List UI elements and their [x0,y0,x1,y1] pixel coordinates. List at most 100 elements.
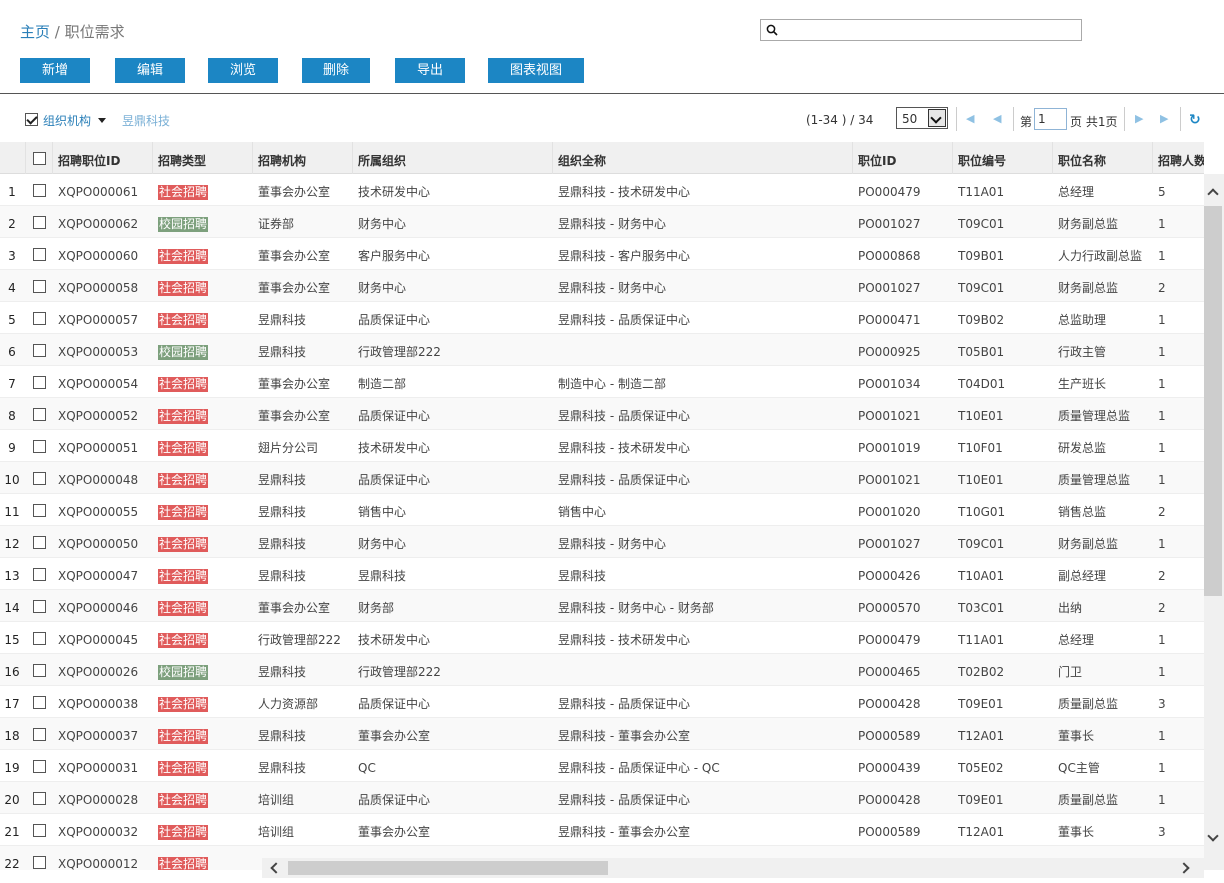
table-row[interactable]: 12 XQPO000050 社会招聘 昱鼎科技 财务中心 昱鼎科技 - 财务中心 PO001… [0,526,1204,558]
row-number: 21 [4,825,20,839]
scroll-up-icon[interactable] [1207,188,1219,200]
delete-button[interactable]: 删除 [302,58,370,83]
browse-button[interactable]: 浏览 [208,58,278,83]
row-checkbox[interactable] [33,728,46,741]
cell-headcount: 1 [1158,345,1166,359]
breadcrumb-home[interactable]: 主页 [20,23,50,41]
table-row[interactable]: 18 XQPO000037 社会招聘 昱鼎科技 董事会办公室 昱鼎科技 - 董事会办公室 P… [0,718,1204,750]
table-row[interactable]: 9 XQPO000051 社会招聘 翅片分公司 技术研发中心 昱鼎科技 - 技术研发中心 P… [0,430,1204,462]
cell-dept: QC [358,761,376,775]
table-row[interactable]: 10 XQPO000048 社会招聘 昱鼎科技 品质保证中心 昱鼎科技 - 品质保证中心 P… [0,462,1204,494]
cell-full-org: 昱鼎科技 - 品质保证中心 [558,313,690,327]
org-filter-label[interactable]: 组织机构 [43,112,91,129]
table-row[interactable]: 4 XQPO000058 社会招聘 董事会办公室 财务中心 昱鼎科技 - 财务中心 PO00… [0,270,1204,302]
row-checkbox[interactable] [33,248,46,261]
cell-type: 社会招聘 [158,718,250,750]
column-header-position-name[interactable]: 职位名称 [1058,142,1150,174]
row-checkbox[interactable] [33,600,46,613]
cell-req-id: XQPO000028 [58,793,139,807]
column-header-req-id[interactable]: 招聘职位ID [58,142,150,174]
refresh-icon[interactable]: ↻ [1189,112,1201,128]
last-page-icon[interactable]: ▶​ [1160,112,1168,125]
column-header-type[interactable]: 招聘类型 [158,142,250,174]
row-checkbox[interactable] [33,504,46,517]
table-row[interactable]: 14 XQPO000046 社会招聘 董事会办公室 财务部 昱鼎科技 - 财务中心 - 财… [0,590,1204,622]
cell-full-org: 昱鼎科技 - 财务中心 [558,537,666,551]
prev-page-icon[interactable]: ◀ [993,112,1001,125]
export-button[interactable]: 导出 [395,58,465,83]
select-all-checkbox[interactable] [33,152,46,165]
scroll-thumb[interactable] [1204,206,1222,596]
row-checkbox[interactable] [33,856,46,869]
cell-req-id: XQPO000058 [58,281,139,295]
row-checkbox[interactable] [33,280,46,293]
scroll-right-icon[interactable] [1178,862,1190,874]
dropdown-arrow-icon[interactable] [928,109,946,127]
horizontal-scrollbar[interactable] [262,858,1204,878]
header: 主页 / 职位需求 新增 编辑 浏览 删除 导出 图表视图 [0,0,1224,94]
row-checkbox[interactable] [33,216,46,229]
recruit-type-badge: 校园招聘 [158,665,209,680]
scroll-left-icon[interactable] [270,862,282,874]
edit-button[interactable]: 编辑 [115,58,185,83]
table-row[interactable]: 2 XQPO000062 校园招聘 证券部 财务中心 昱鼎科技 - 财务中心 PO00102… [0,206,1204,238]
page-number-input[interactable]: 1 [1034,108,1067,130]
table-row[interactable]: 3 XQPO000060 社会招聘 董事会办公室 客户服务中心 昱鼎科技 - 客户服务中心… [0,238,1204,270]
cell-position-name: 总经理 [1058,185,1095,199]
column-header-headcount[interactable]: 招聘人数 [1158,142,1204,174]
cell-req-id: XQPO000026 [58,665,139,679]
cell-req-id: XQPO000032 [58,825,139,839]
column-header-position-id[interactable]: 职位ID [858,142,950,174]
page-size-select[interactable]: 50 [896,107,948,129]
table-row[interactable]: 21 XQPO000032 社会招聘 培训组 董事会办公室 昱鼎科技 - 董事会办公室 PO… [0,814,1204,846]
chart-view-button[interactable]: 图表视图 [488,58,584,83]
row-checkbox[interactable] [33,536,46,549]
column-header-recruiting-org[interactable]: 招聘机构 [258,142,350,174]
row-checkbox[interactable] [33,472,46,485]
row-checkbox[interactable] [33,696,46,709]
row-checkbox[interactable] [33,440,46,453]
table-row[interactable]: 17 XQPO000038 社会招聘 人力资源部 品质保证中心 昱鼎科技 - 品质保证中心… [0,686,1204,718]
row-checkbox[interactable] [33,824,46,837]
table-row[interactable]: 16 XQPO000026 校园招聘 昱鼎科技 行政管理部222 PO000465 T02B… [0,654,1204,686]
row-checkbox[interactable] [33,632,46,645]
row-checkbox[interactable] [33,376,46,389]
row-checkbox[interactable] [33,408,46,421]
table-row[interactable]: 1 XQPO000061 社会招聘 董事会办公室 技术研发中心 昱鼎科技 - 技术研发中心… [0,174,1204,206]
table-row[interactable]: 20 XQPO000028 社会招聘 培训组 品质保证中心 昱鼎科技 - 品质保证中心 PO… [0,782,1204,814]
cell-dept: 制造二部 [358,377,407,391]
table-row[interactable]: 7 XQPO000054 社会招聘 董事会办公室 制造二部 制造中心 - 制造二部 PO00… [0,366,1204,398]
table-row[interactable]: 19 XQPO000031 社会招聘 昱鼎科技 QC 昱鼎科技 - 品质保证中心 - QC… [0,750,1204,782]
cell-full-org: 昱鼎科技 - 客户服务中心 [558,249,690,263]
search-input[interactable] [760,19,1082,41]
row-checkbox[interactable] [33,184,46,197]
scroll-down-icon[interactable] [1207,830,1219,842]
org-filter-checkbox[interactable] [25,113,38,126]
table-row[interactable]: 6 XQPO000053 校园招聘 昱鼎科技 行政管理部222 PO000925 T05B0… [0,334,1204,366]
row-checkbox[interactable] [33,312,46,325]
chevron-down-icon[interactable] [98,118,106,123]
row-checkbox[interactable] [33,760,46,773]
row-checkbox[interactable] [33,792,46,805]
cell-full-org: 昱鼎科技 - 品质保证中心 [558,473,690,487]
table-row[interactable]: 15 XQPO000045 社会招聘 行政管理部222 技术研发中心 昱鼎科技 - 技术研… [0,622,1204,654]
column-header-full-org[interactable]: 组织全称 [558,142,850,174]
scroll-thumb[interactable] [288,861,608,875]
row-checkbox[interactable] [33,344,46,357]
next-page-icon[interactable]: ▶ [1135,112,1143,125]
column-header-dept[interactable]: 所属组织 [358,142,550,174]
page-range: (1-34 ) / 34 [806,113,874,127]
column-header-position-code[interactable]: 职位编号 [958,142,1050,174]
table-row[interactable]: 8 XQPO000052 社会招聘 董事会办公室 品质保证中心 昱鼎科技 - 品质保证中心… [0,398,1204,430]
row-checkbox[interactable] [33,664,46,677]
table-row[interactable]: 13 XQPO000047 社会招聘 昱鼎科技 昱鼎科技 昱鼎科技 PO000426 T10A… [0,558,1204,590]
add-button[interactable]: 新增 [20,58,90,83]
table-row[interactable]: 5 XQPO000057 社会招聘 昱鼎科技 品质保证中心 昱鼎科技 - 品质保证中心 PO… [0,302,1204,334]
first-page-icon[interactable]: ◀​ [966,112,974,125]
vertical-scrollbar[interactable] [1204,174,1224,870]
cell-recruiting-org: 董事会办公室 [258,249,331,263]
table-row[interactable]: 11 XQPO000055 社会招聘 昱鼎科技 销售中心 销售中心 PO001020 T10G… [0,494,1204,526]
row-checkbox[interactable] [33,568,46,581]
breadcrumb-separator: / [50,23,65,41]
org-filter-value[interactable]: 昱鼎科技 [122,112,170,129]
